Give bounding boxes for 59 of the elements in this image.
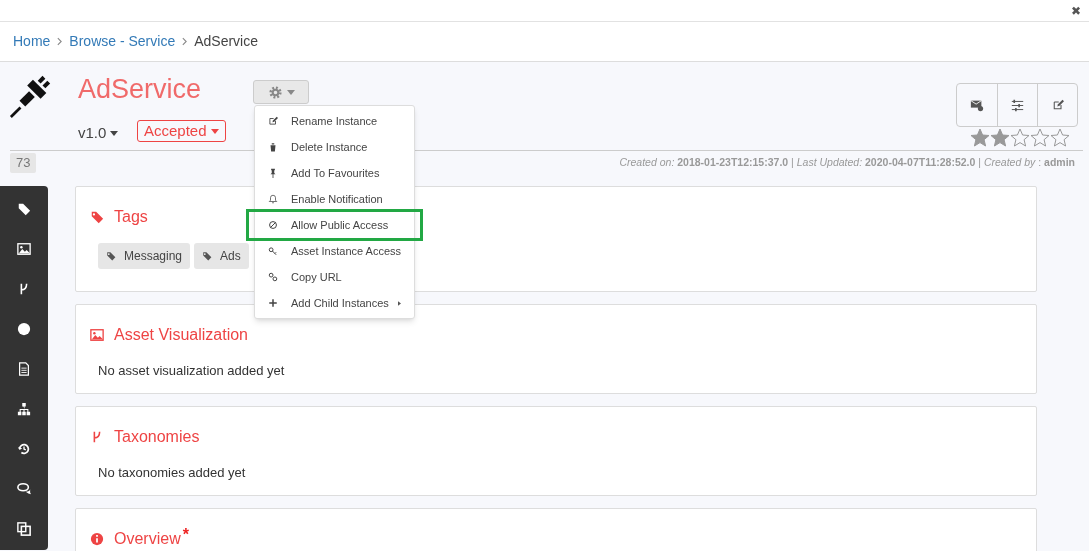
settings-icon xyxy=(267,84,283,100)
menu-item[interactable]: Allow Public Access xyxy=(249,212,420,238)
settings-button[interactable] xyxy=(253,80,309,104)
copy-icon xyxy=(17,522,31,536)
sliders-icon xyxy=(1011,98,1024,112)
version-dropdown[interactable]: v1.0 xyxy=(78,122,119,145)
mail-icon xyxy=(970,98,984,112)
empty-message: No taxonomies added yet xyxy=(97,464,247,482)
chat-icon xyxy=(17,482,31,496)
tag-icon xyxy=(17,202,31,216)
menu-item[interactable]: Delete Instance xyxy=(255,134,414,160)
pencil-icon xyxy=(1051,99,1064,111)
menu-item[interactable]: Enable Notification xyxy=(255,186,414,212)
plus-icon xyxy=(268,298,278,308)
menu-item[interactable]: Add To Favourites xyxy=(255,160,414,186)
sitemap-icon xyxy=(17,402,31,416)
history-icon xyxy=(17,442,31,456)
asset-metadata: Created on: 2018-01-23T12:15:37.0 | Last Updated: 2020-04-07T11:28:52.0 | Created by : admin xyxy=(619,155,1075,171)
section-title: Tags xyxy=(114,207,148,227)
section-title: Taxonomies xyxy=(114,427,200,447)
count-badge: 73 xyxy=(10,153,37,173)
star-icon xyxy=(1050,128,1070,148)
image-icon xyxy=(90,328,104,342)
section-title: Asset Visualization xyxy=(114,325,248,345)
tag-icon xyxy=(202,251,213,261)
breadcrumb-current: AdService xyxy=(194,32,258,51)
key-icon xyxy=(268,246,278,256)
link-icon xyxy=(268,272,278,282)
tag-chip[interactable]: Messaging xyxy=(98,243,191,269)
document-icon xyxy=(17,362,31,376)
caret-icon xyxy=(286,89,295,95)
menu-item[interactable]: Copy URL xyxy=(255,264,414,290)
star-icon xyxy=(990,128,1010,148)
star-icon xyxy=(970,128,990,148)
status-dropdown[interactable]: Accepted xyxy=(137,120,226,142)
menu-item[interactable]: Add Child Instances xyxy=(255,290,414,316)
trash-icon xyxy=(268,142,278,152)
tag-icon xyxy=(106,251,116,261)
empty-message: No asset visualization added yet xyxy=(97,362,286,380)
image-icon xyxy=(17,242,31,256)
star-icon xyxy=(1010,128,1030,148)
required-marker: * xyxy=(182,525,189,545)
menu-item[interactable]: Asset Instance Access xyxy=(255,238,414,264)
caret-icon xyxy=(110,130,119,136)
close-button[interactable]: ✖ xyxy=(1071,1,1081,20)
chevron-icon xyxy=(182,37,188,46)
breadcrumb-link[interactable]: Home xyxy=(13,31,51,52)
star-icon xyxy=(1030,128,1050,148)
tag-chip[interactable]: Ads xyxy=(194,243,249,269)
prohibited-icon xyxy=(268,220,278,230)
section-title: Overview xyxy=(114,529,181,549)
breadcrumb-link[interactable]: Browse - Service xyxy=(69,31,176,52)
asset-title: AdService xyxy=(78,76,202,103)
tag-icon xyxy=(90,210,104,224)
chevron-icon xyxy=(57,37,63,46)
bell-icon xyxy=(268,194,278,204)
caret-icon xyxy=(210,128,219,134)
pencil-icon xyxy=(268,116,278,126)
menu-item[interactable]: Rename Instance xyxy=(255,108,414,134)
